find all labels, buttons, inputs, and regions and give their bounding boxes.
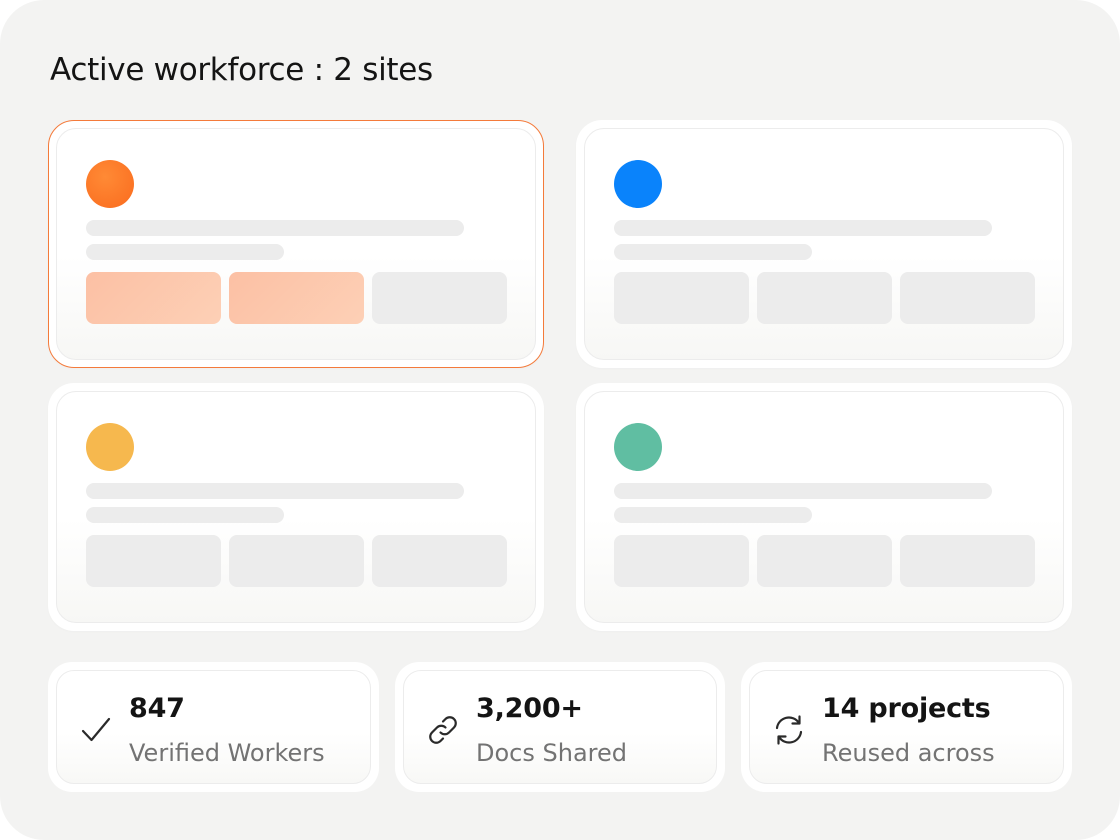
stat-card-docs-shared: 3,200+ Docs Shared	[395, 662, 725, 792]
placeholder-chip	[86, 272, 221, 324]
checkmark-icon	[79, 713, 113, 747]
stat-value: 14 projects	[822, 693, 991, 724]
stat-label: Docs Shared	[476, 739, 627, 767]
placeholder-line	[86, 244, 284, 260]
placeholder-line	[614, 507, 812, 523]
site-card-body	[56, 128, 536, 360]
placeholder-chip	[614, 535, 749, 587]
placeholder-chip	[86, 535, 221, 587]
placeholder-chip	[900, 535, 1035, 587]
placeholder-chip	[372, 272, 507, 324]
site-avatar-green	[614, 423, 662, 471]
site-card[interactable]	[576, 120, 1072, 368]
site-avatar-yellow	[86, 423, 134, 471]
stat-value: 3,200+	[476, 693, 583, 724]
stat-value: 847	[129, 693, 185, 724]
placeholder-line	[86, 220, 464, 236]
placeholder-line	[614, 483, 992, 499]
placeholder-line	[614, 244, 812, 260]
site-card[interactable]	[48, 120, 544, 368]
placeholder-chip	[372, 535, 507, 587]
workforce-panel: Active workforce : 2 sites 847 Verified …	[0, 0, 1120, 840]
placeholder-chip	[229, 272, 364, 324]
stat-card-projects: 14 projects Reused across	[741, 662, 1072, 792]
placeholder-chip	[614, 272, 749, 324]
page-title: Active workforce : 2 sites	[50, 52, 433, 88]
placeholder-line	[86, 507, 284, 523]
site-card-body	[584, 391, 1064, 623]
refresh-icon	[772, 713, 806, 747]
site-card[interactable]	[48, 383, 544, 631]
placeholder-chip	[757, 272, 892, 324]
site-card-body	[584, 128, 1064, 360]
placeholder-chip	[900, 272, 1035, 324]
placeholder-line	[614, 220, 992, 236]
placeholder-line	[86, 483, 464, 499]
stat-card-verified-workers: 847 Verified Workers	[48, 662, 379, 792]
site-card-body	[56, 391, 536, 623]
link-icon	[426, 713, 460, 747]
placeholder-chip	[757, 535, 892, 587]
stat-label: Reused across	[822, 739, 995, 767]
stat-label: Verified Workers	[129, 739, 325, 767]
site-avatar-blue	[614, 160, 662, 208]
placeholder-chip	[229, 535, 364, 587]
site-card[interactable]	[576, 383, 1072, 631]
site-avatar-orange	[86, 160, 134, 208]
